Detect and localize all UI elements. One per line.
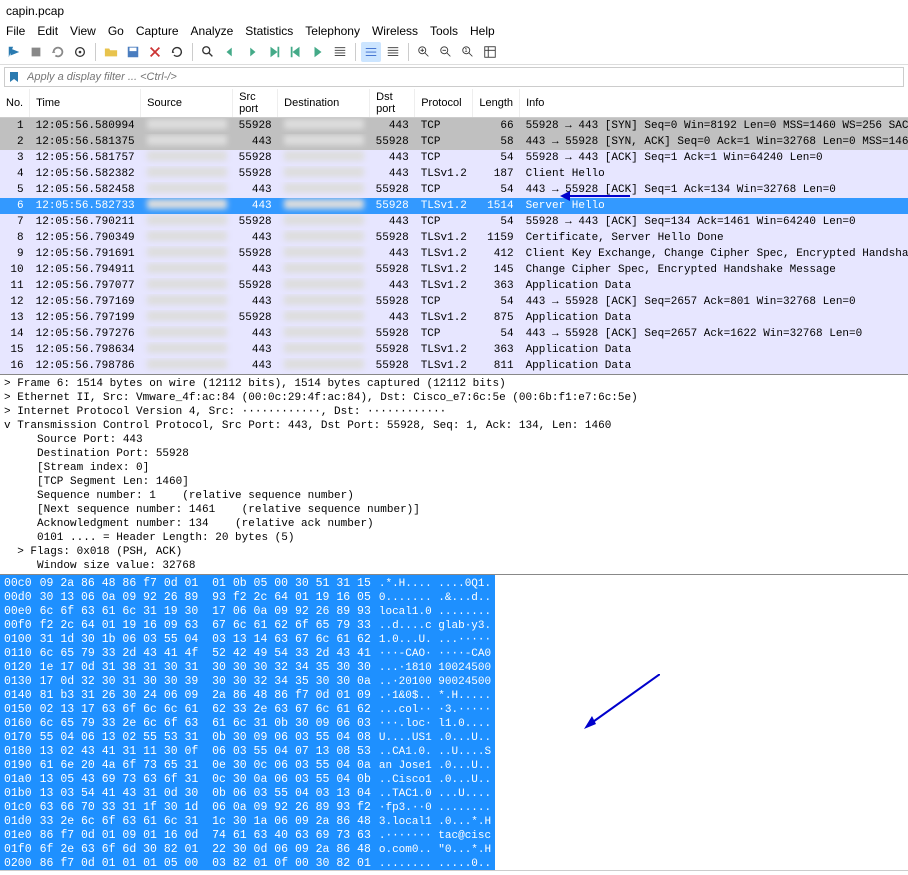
packet-details-pane[interactable]: > Frame 6: 1514 bytes on wire (12112 bit… [0, 374, 908, 574]
packet-bytes-pane[interactable]: 00c0 00d0 00e0 00f0 0100 0110 0120 0130 … [0, 574, 908, 870]
svg-text:1: 1 [465, 48, 468, 54]
detail-line[interactable]: 0101 .... = Header Length: 20 bytes (5) [4, 531, 904, 545]
detail-line[interactable]: Destination Port: 55928 [4, 447, 904, 461]
menu-file[interactable]: File [6, 24, 25, 38]
col-info[interactable]: Info [520, 89, 908, 118]
packet-row[interactable]: 1512:05:56.79863444355928TLSv1.2363Appli… [0, 342, 908, 358]
detail-line[interactable]: > Ethernet II, Src: Vmware_4f:ac:84 (00:… [4, 391, 904, 405]
close-file-button[interactable] [145, 42, 165, 62]
col-dstport[interactable]: Dst port [370, 89, 415, 118]
zoom-reset-button[interactable]: 1 [458, 42, 478, 62]
detail-line[interactable]: Source Port: 443 [4, 433, 904, 447]
status-file-label: capin.pcap [38, 874, 96, 875]
toolbar: 1 [0, 40, 908, 65]
status-bar: ✎ capin.pcap [0, 870, 908, 875]
col-dest[interactable]: Destination [278, 89, 370, 118]
find-packet-button[interactable] [198, 42, 218, 62]
zoom-in-button[interactable] [414, 42, 434, 62]
menu-statistics[interactable]: Statistics [245, 24, 293, 38]
col-no[interactable]: No. [0, 89, 30, 118]
display-filter-input[interactable] [23, 69, 903, 85]
menu-tools[interactable]: Tools [430, 24, 458, 38]
packet-row[interactable]: 312:05:56.58175755928443TCP5455928 → 443… [0, 150, 908, 166]
start-capture-button[interactable] [4, 42, 24, 62]
detail-line[interactable]: > Flags: 0x018 (PSH, ACK) [4, 545, 904, 559]
col-proto[interactable]: Protocol [415, 89, 473, 118]
stop-capture-button[interactable] [26, 42, 46, 62]
detail-line[interactable]: > Frame 6: 1514 bytes on wire (12112 bit… [4, 377, 904, 391]
detail-line[interactable]: [Stream index: 0] [4, 461, 904, 475]
col-time[interactable]: Time [30, 89, 141, 118]
table-header-row: No. Time Source Src port Destination Dst… [0, 89, 908, 118]
packet-row[interactable]: 712:05:56.79021155928443TCP5455928 → 443… [0, 214, 908, 230]
detail-line[interactable]: Acknowledgment number: 134 (relative ack… [4, 517, 904, 531]
colorize-button[interactable] [361, 42, 381, 62]
packet-row[interactable]: 412:05:56.58238255928443TLSv1.2187Client… [0, 166, 908, 182]
detail-line[interactable]: Window size value: 32768 [4, 559, 904, 573]
resize-button[interactable] [480, 42, 500, 62]
menu-analyze[interactable]: Analyze [191, 24, 234, 38]
go-to-packet-button[interactable] [264, 42, 284, 62]
display-filter-bar [4, 67, 904, 87]
packet-row[interactable]: 112:05:56.58099455928443TCP6655928 → 443… [0, 118, 908, 135]
zoom-out-button[interactable] [436, 42, 456, 62]
capture-options-button[interactable] [70, 42, 90, 62]
menu-wireless[interactable]: Wireless [372, 24, 418, 38]
packet-row[interactable]: 1212:05:56.79716944355928TCP54443 → 5592… [0, 294, 908, 310]
detail-line[interactable]: [Next sequence number: 1461 (relative se… [4, 503, 904, 517]
menu-telephony[interactable]: Telephony [305, 24, 360, 38]
menu-bar: File Edit View Go Capture Analyze Statis… [0, 22, 908, 40]
col-source[interactable]: Source [141, 89, 233, 118]
packet-row[interactable]: 812:05:56.79034944355928TLSv1.21159Certi… [0, 230, 908, 246]
detail-line[interactable]: > Internet Protocol Version 4, Src: ····… [4, 405, 904, 419]
status-pencil-icon: ✎ [22, 874, 32, 875]
menu-edit[interactable]: Edit [37, 24, 58, 38]
resize-columns-button[interactable] [383, 42, 403, 62]
col-srcport[interactable]: Src port [233, 89, 278, 118]
go-last-button[interactable] [308, 42, 328, 62]
auto-scroll-button[interactable] [330, 42, 350, 62]
packet-row[interactable]: 1112:05:56.79707755928443TLSv1.2363Appli… [0, 278, 908, 294]
restart-capture-button[interactable] [48, 42, 68, 62]
window-title: capin.pcap [6, 4, 64, 18]
menu-capture[interactable]: Capture [136, 24, 179, 38]
hex-ascii: .*.H.... ....0Q1. 0....... .&...d.. loca… [375, 575, 495, 870]
hex-offsets: 00c0 00d0 00e0 00f0 0100 0110 0120 0130 … [0, 575, 36, 870]
filter-bookmark-icon[interactable] [5, 68, 23, 86]
title-bar: capin.pcap [0, 0, 908, 22]
open-file-button[interactable] [101, 42, 121, 62]
detail-line[interactable]: [TCP Segment Len: 1460] [4, 475, 904, 489]
go-first-button[interactable] [286, 42, 306, 62]
menu-view[interactable]: View [70, 24, 96, 38]
go-back-button[interactable] [220, 42, 240, 62]
detail-line[interactable]: Sequence number: 1 (relative sequence nu… [4, 489, 904, 503]
hex-bytes: 09 2a 86 48 86 f7 0d 01 01 0b 05 00 30 5… [36, 575, 375, 870]
menu-go[interactable]: Go [108, 24, 124, 38]
packet-row[interactable]: 1412:05:56.79727644355928TCP54443 → 5592… [0, 326, 908, 342]
packet-row[interactable]: 1312:05:56.79719955928443TLSv1.2875Appli… [0, 310, 908, 326]
menu-help[interactable]: Help [470, 24, 495, 38]
go-forward-button[interactable] [242, 42, 262, 62]
packet-list-table[interactable]: No. Time Source Src port Destination Dst… [0, 89, 908, 374]
packet-row[interactable]: 212:05:56.58137544355928TCP58443 → 55928… [0, 134, 908, 150]
packet-row[interactable]: 612:05:56.58273344355928TLSv1.21514Serve… [0, 198, 908, 214]
reload-button[interactable] [167, 42, 187, 62]
packet-row[interactable]: 1012:05:56.79491144355928TLSv1.2145Chang… [0, 262, 908, 278]
col-len[interactable]: Length [473, 89, 520, 118]
detail-line[interactable]: v Transmission Control Protocol, Src Por… [4, 419, 904, 433]
packet-row[interactable]: 912:05:56.79169155928443TLSv1.2412Client… [0, 246, 908, 262]
packet-row[interactable]: 512:05:56.58245844355928TCP54443 → 55928… [0, 182, 908, 198]
packet-row[interactable]: 1612:05:56.79878644355928TLSv1.2811Appli… [0, 358, 908, 374]
save-file-button[interactable] [123, 42, 143, 62]
